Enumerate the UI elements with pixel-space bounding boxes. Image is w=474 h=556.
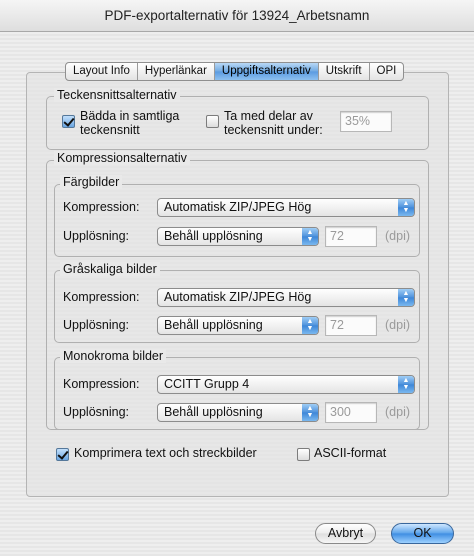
subset-threshold-field[interactable]: 35% xyxy=(340,111,392,132)
gray-resolution-select[interactable]: Behåll upplösning ▲ ▼ xyxy=(157,316,319,335)
mono-resolution-select[interactable]: Behåll upplösning ▲ ▼ xyxy=(157,403,319,422)
popup-arrows-icon: ▲ ▼ xyxy=(398,199,414,216)
gray-compression-select[interactable]: Automatisk ZIP/JPEG Hög ▲ ▼ xyxy=(157,288,415,307)
cancel-button[interactable]: Avbryt xyxy=(315,523,376,544)
popup-arrows-icon: ▲ ▼ xyxy=(302,228,318,245)
gray-compression-value: Automatisk ZIP/JPEG Hög xyxy=(164,290,312,304)
gray-compression-label: Kompression: xyxy=(63,290,140,304)
mono-resolution-value: Behåll upplösning xyxy=(164,405,263,419)
mono-dpi-field[interactable]: 300 xyxy=(325,402,377,423)
grayscale-images-title: Gråskaliga bilder xyxy=(60,262,160,276)
color-images-title: Färgbilder xyxy=(60,175,123,189)
embed-all-fonts-label-line2: teckensnitt xyxy=(80,123,140,137)
tab-opi[interactable]: OPI xyxy=(370,63,404,80)
tab-bar: Layout Info Hyperlänkar Uppgiftsalternat… xyxy=(65,62,405,81)
popup-arrows-icon: ▲ ▼ xyxy=(398,289,414,306)
color-compression-label: Kompression: xyxy=(63,200,140,214)
mono-compression-label: Kompression: xyxy=(63,377,140,391)
color-compression-value: Automatisk ZIP/JPEG Hög xyxy=(164,200,312,214)
embed-all-fonts-label-line1: Bädda in samtliga xyxy=(80,109,180,123)
subset-fonts-label-line2: teckensnitt under: xyxy=(224,123,323,137)
ascii-format-label: ASCII-format xyxy=(314,446,387,460)
color-resolution-value: Behåll upplösning xyxy=(164,229,263,243)
mono-resolution-label: Upplösning: xyxy=(63,405,130,419)
window-title: PDF-exportalternativ för 13924_Arbetsnam… xyxy=(0,0,474,32)
pdf-export-dialog: PDF-exportalternativ för 13924_Arbetsnam… xyxy=(0,0,474,556)
popup-arrows-icon: ▲ ▼ xyxy=(302,404,318,421)
font-options-title: Teckensnittsalternativ xyxy=(54,88,180,102)
color-dpi-field[interactable]: 72 xyxy=(325,226,377,247)
color-dpi-unit: (dpi) xyxy=(385,229,411,243)
gray-resolution-value: Behåll upplösning xyxy=(164,318,263,332)
popup-arrows-icon: ▲ ▼ xyxy=(398,376,414,393)
compress-text-checkbox[interactable] xyxy=(56,448,69,461)
ascii-format-checkbox[interactable] xyxy=(297,448,310,461)
ok-button[interactable]: OK xyxy=(391,523,454,544)
popup-arrows-icon: ▲ ▼ xyxy=(302,317,318,334)
tab-job-options[interactable]: Uppgiftsalternativ xyxy=(214,63,319,80)
color-resolution-label: Upplösning: xyxy=(63,229,130,243)
color-compression-select[interactable]: Automatisk ZIP/JPEG Hög ▲ ▼ xyxy=(157,198,415,217)
compression-options-title: Kompressionsalternativ xyxy=(54,151,190,165)
embed-all-fonts-checkbox[interactable] xyxy=(62,115,75,128)
gray-dpi-unit: (dpi) xyxy=(385,318,411,332)
gray-resolution-label: Upplösning: xyxy=(63,318,130,332)
mono-compression-select[interactable]: CCITT Grupp 4 ▲ ▼ xyxy=(157,375,415,394)
subset-fonts-checkbox[interactable] xyxy=(206,115,219,128)
monochrome-images-title: Monokroma bilder xyxy=(60,349,167,363)
subset-fonts-label-line1: Ta med delar av xyxy=(224,109,313,123)
tab-output[interactable]: Utskrift xyxy=(319,63,370,80)
color-resolution-select[interactable]: Behåll upplösning ▲ ▼ xyxy=(157,227,319,246)
compress-text-label: Komprimera text och streckbilder xyxy=(74,446,257,460)
mono-dpi-unit: (dpi) xyxy=(385,405,411,419)
tab-hyperlinks[interactable]: Hyperlänkar xyxy=(138,63,215,80)
gray-dpi-field[interactable]: 72 xyxy=(325,315,377,336)
tab-layout-info[interactable]: Layout Info xyxy=(66,63,138,80)
mono-compression-value: CCITT Grupp 4 xyxy=(164,377,250,391)
